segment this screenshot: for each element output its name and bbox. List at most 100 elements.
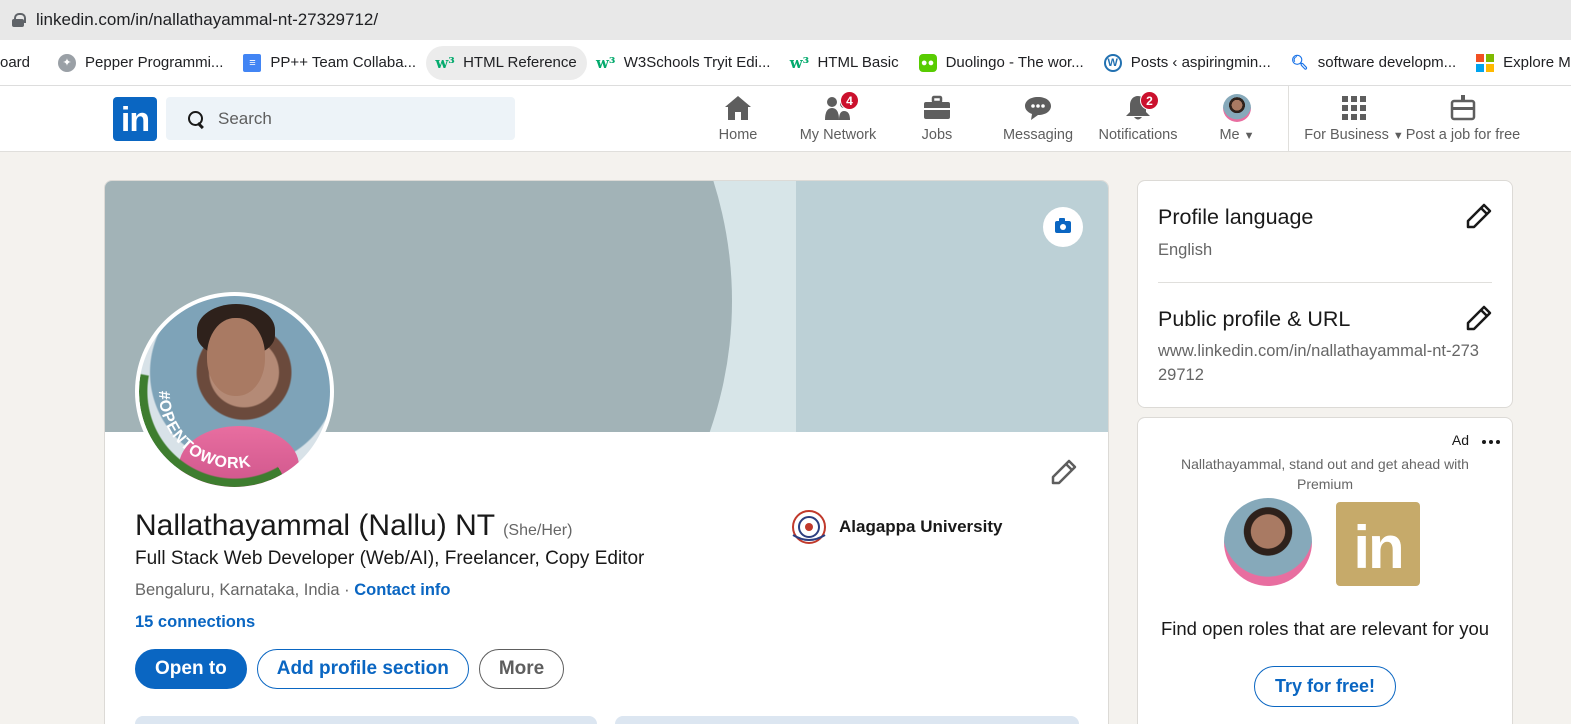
nav-jobs[interactable]: Jobs [907,94,967,146]
docs-icon: ≡ [243,53,262,72]
profile-headline: Full Stack Web Developer (Web/AI), Freel… [135,548,645,569]
public-profile-title: Public profile & URL [1158,307,1351,331]
duolingo-icon: ●● [918,53,937,72]
services-card[interactable] [615,716,1079,724]
post-job-icon [1448,94,1478,122]
nav-home[interactable]: Home [708,94,768,146]
linkedin-global-nav: in Search Home 4 My Network Jobs Messagi… [0,86,1571,152]
try-premium-button[interactable]: Try for free! [1254,666,1396,707]
bookmark-label: software developm... [1317,54,1457,71]
profile-language-title: Profile language [1158,205,1314,229]
profile-name: Nallathayammal (Nallu) NT [135,509,496,542]
nav-for-business[interactable]: For Business ▼ [1302,94,1406,146]
bookmark-wordpress-posts[interactable]: W Posts ‹ aspiringmin... [1094,46,1281,80]
bookmark-label: HTML Reference [463,54,577,71]
bookmark-label: HTML Basic [817,54,899,71]
profile-photo[interactable]: #OPENTOWORK [135,292,334,491]
compass-icon: ✦ [58,53,77,72]
location-separator: · [339,581,355,599]
contact-info-link[interactable]: Contact info [354,581,450,599]
ad-message: Nallathayammal, stand out and get ahead … [1181,456,1469,492]
edit-banner-button[interactable] [1043,207,1083,247]
university-seal-icon [789,509,829,545]
chat-icon [1023,94,1053,122]
university-name: Alagappa University [839,517,1003,536]
profile-pronouns: (She/Her) [503,522,573,539]
lock-icon [12,13,26,27]
bookmark-label: oard [0,54,31,71]
profile-name-row: Nallathayammal (Nallu) NT (She/Her) [135,509,572,543]
bookmark-label: Posts ‹ aspiringmin... [1130,54,1271,71]
url-text[interactable]: linkedin.com/in/nallathayammal-nt-273297… [36,10,378,30]
search-icon [188,110,204,127]
edit-public-profile-button[interactable] [1466,305,1492,331]
profile-settings-card: Profile language English Public profile … [1137,180,1513,408]
nav-post-job[interactable]: Post a job for free [1404,94,1522,146]
edit-profile-language-button[interactable] [1466,203,1492,229]
nav-messaging[interactable]: Messaging [1000,94,1076,146]
connections-link[interactable]: 15 connections [135,613,255,632]
nav-label: Jobs [921,127,953,143]
nav-me[interactable]: Me ▼ [1212,94,1262,146]
w3schools-icon: w³ [435,53,455,72]
bookmark-w3schools-tryit[interactable]: w³ W3Schools Tryit Edi... [587,46,781,80]
bookmark-label: PP++ Team Collaba... [270,54,417,71]
bookmarks-bar: oard ✦ Pepper Programmi... ≡ PP++ Team C… [0,40,1571,86]
briefcase-icon [922,94,952,122]
card-divider [1158,282,1492,283]
notification-badge: 2 [1140,91,1159,110]
bookmark-pepper[interactable]: ✦ Pepper Programmi... [48,46,233,80]
caret-down-icon: ▼ [1392,130,1404,142]
nav-label: My Network [799,127,877,143]
more-options-icon[interactable] [1482,440,1500,444]
profile-language-value: English [1158,241,1213,259]
edit-intro-button[interactable] [1051,459,1077,485]
pencil-icon [1466,203,1492,229]
bell-icon: 2 [1123,91,1159,122]
network-icon: 4 [823,91,859,122]
nav-label: Post a job for free [1405,127,1521,143]
nav-notifications[interactable]: 2 Notifications [1094,91,1182,146]
bookmark-pp-team[interactable]: ≡ PP++ Team Collaba... [233,46,426,80]
wordpress-icon: W [1103,53,1122,72]
premium-ad-card: Ad Nallathayammal, stand out and get ahe… [1137,417,1513,724]
microsoft-icon [1476,53,1495,72]
bookmark-software-development[interactable]: 🔍︎ software developm... [1281,46,1466,80]
public-profile-url[interactable]: www.linkedin.com/in/nallathayammal-nt-27… [1158,339,1488,387]
bookmark-duolingo[interactable]: ●● Duolingo - The wor... [909,46,1094,80]
premium-logo: in [1336,502,1420,586]
profile-photo-image: #OPENTOWORK [139,296,330,487]
open-to-work-badge: #OPENTOWORK [155,390,253,472]
nav-divider [1288,86,1289,152]
bookmark-html-basic[interactable]: w³ HTML Basic [780,46,908,80]
nav-my-network[interactable]: 4 My Network [796,91,880,146]
bookmark-board[interactable]: oard [0,46,40,80]
nav-label: Me ▼ [1219,127,1255,143]
pencil-icon [1466,305,1492,331]
open-to-work-card[interactable] [135,716,597,724]
avatar-icon [1222,94,1252,122]
search-input[interactable]: Search [218,109,272,129]
bookmark-label: Pepper Programmi... [85,54,224,71]
nav-label: Home [718,127,758,143]
bookmark-label: W3Schools Tryit Edi... [623,54,771,71]
open-to-button[interactable]: Open to [135,649,247,689]
linkedin-logo[interactable]: in [113,97,157,141]
w3schools-icon: w³ [596,53,616,72]
bookmark-html-reference[interactable]: w³ HTML Reference [426,45,587,80]
svg-text:#OPENTOWORK: #OPENTOWORK [155,390,253,472]
nav-label: Messaging [1002,127,1074,143]
add-profile-section-button[interactable]: Add profile section [256,649,469,689]
profile-actions: Open to Add profile section More [135,649,565,689]
profile-location: Bengaluru, Karnataka, India [135,581,340,599]
more-button[interactable]: More [478,649,565,689]
search-box[interactable]: Search [166,97,515,140]
bookmark-label: Duolingo - The wor... [945,54,1084,71]
bookmark-label: Explore Mi [1503,54,1571,71]
notification-badge: 4 [840,91,859,110]
education-link[interactable]: Alagappa University [789,509,1002,545]
bookmark-explore-microsoft[interactable]: Explore Mi [1466,46,1571,80]
nav-label: For Business ▼ [1304,127,1404,143]
browser-address-bar[interactable]: linkedin.com/in/nallathayammal-nt-273297… [0,0,1571,40]
ad-find-roles-text: Find open roles that are relevant for yo… [1160,618,1490,639]
